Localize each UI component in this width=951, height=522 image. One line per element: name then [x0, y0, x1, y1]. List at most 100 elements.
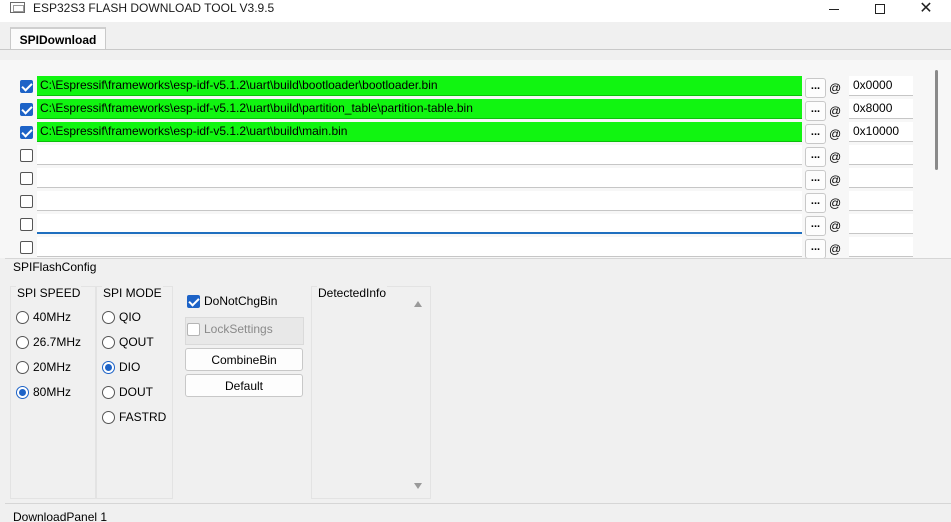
checkbox-indicator	[187, 294, 200, 308]
radio-label: QIO	[119, 310, 142, 324]
radio-mode-dout[interactable]: DOUT	[102, 384, 153, 400]
radio-mode-qio[interactable]: QIO	[102, 309, 141, 325]
close-icon: ✕	[919, 0, 933, 17]
radio-indicator	[102, 360, 115, 374]
tab-strip: SPIDownload	[0, 22, 951, 50]
detected-info-scrollbar[interactable]	[410, 297, 427, 497]
maximize-icon	[875, 4, 885, 14]
file-row: ... @	[0, 212, 930, 236]
lock-settings-label: LockSettings	[204, 322, 273, 336]
browse-button[interactable]: ...	[805, 193, 826, 213]
radio-indicator	[102, 385, 115, 399]
detected-info-group: DetectedInfo	[311, 286, 431, 499]
checkbox-indicator	[187, 322, 200, 336]
scroll-up-icon[interactable]	[414, 301, 422, 307]
file-row: ... @	[0, 166, 930, 190]
at-label: @	[829, 127, 842, 141]
minimize-button[interactable]	[811, 0, 857, 18]
spi-mode-group: SPI MODE QIO QOUT DIO DOUT FASTRD	[96, 286, 173, 499]
browse-button[interactable]: ...	[805, 170, 826, 190]
file-row: C:\Espressif\frameworks\esp-idf-v5.1.2\u…	[0, 120, 930, 144]
at-label: @	[829, 104, 842, 118]
browse-button[interactable]: ...	[805, 124, 826, 144]
lock-settings-checkbox[interactable]: LockSettings	[185, 319, 303, 339]
address-field[interactable]: 0x0000	[849, 76, 913, 96]
radio-indicator	[102, 410, 115, 424]
file-list-scrollbar[interactable]	[935, 70, 938, 170]
tab-divider	[0, 49, 951, 50]
at-label: @	[829, 81, 842, 95]
radio-mode-qout[interactable]: QOUT	[102, 334, 154, 350]
browse-button[interactable]: ...	[805, 216, 826, 236]
tab-spidownload[interactable]: SPIDownload	[10, 27, 106, 50]
file-row-checkbox[interactable]	[20, 80, 33, 93]
browse-button[interactable]: ...	[805, 239, 826, 259]
download-panel-title: DownloadPanel 1	[13, 510, 108, 522]
radio-label: 80MHz	[33, 385, 72, 399]
do-not-chg-bin-label: DoNotChgBin	[204, 294, 278, 308]
at-label: @	[829, 150, 842, 164]
app-window-icon	[10, 2, 25, 13]
radio-indicator	[16, 360, 29, 374]
download-panel: DownloadPanel 1	[5, 503, 951, 522]
radio-indicator	[102, 310, 115, 324]
address-field[interactable]	[849, 214, 913, 234]
file-path-field[interactable]	[37, 168, 802, 188]
file-row-checkbox[interactable]	[20, 218, 33, 231]
radio-label: 20MHz	[33, 360, 72, 374]
file-path-field[interactable]: C:\Espressif\frameworks\esp-idf-v5.1.2\u…	[37, 99, 802, 119]
address-field[interactable]	[849, 145, 913, 165]
file-list: C:\Espressif\frameworks\esp-idf-v5.1.2\u…	[0, 60, 951, 259]
address-field[interactable]: 0x8000	[849, 99, 913, 119]
file-row-checkbox[interactable]	[20, 103, 33, 116]
radio-label: 40MHz	[33, 310, 72, 324]
file-row-checkbox[interactable]	[20, 241, 33, 254]
address-field[interactable]	[849, 168, 913, 188]
browse-button[interactable]: ...	[805, 147, 826, 167]
file-path-field[interactable]	[37, 191, 802, 211]
maximize-button[interactable]	[857, 0, 903, 18]
file-path-field[interactable]: C:\Espressif\frameworks\esp-idf-v5.1.2\u…	[37, 122, 802, 142]
radio-indicator	[16, 385, 29, 399]
file-path-field[interactable]	[37, 237, 802, 257]
browse-button[interactable]: ...	[805, 78, 826, 98]
file-row: ... @	[0, 143, 930, 167]
do-not-chg-bin-checkbox[interactable]: DoNotChgBin	[185, 291, 303, 311]
spi-flash-config: SPIFlashConfig SPI SPEED 40MHz 26.7MHz 2…	[5, 258, 951, 501]
at-label: @	[829, 196, 842, 210]
file-path-field[interactable]	[37, 214, 802, 234]
radio-speed-80mhz[interactable]: 80MHz	[16, 384, 71, 400]
radio-indicator	[16, 310, 29, 324]
address-field[interactable]	[849, 237, 913, 257]
spi-mode-title: SPI MODE	[102, 286, 163, 300]
title-bar: ESP32S3 FLASH DOWNLOAD TOOL V3.9.5 ✕	[0, 0, 951, 22]
file-row: C:\Espressif\frameworks\esp-idf-v5.1.2\u…	[0, 97, 930, 121]
radio-speed-26-7mhz[interactable]: 26.7MHz	[16, 334, 81, 350]
file-row-checkbox[interactable]	[20, 172, 33, 185]
window-title: ESP32S3 FLASH DOWNLOAD TOOL V3.9.5	[33, 1, 275, 15]
close-button[interactable]: ✕	[903, 0, 949, 18]
file-path-field[interactable]	[37, 145, 802, 165]
file-row-checkbox[interactable]	[20, 195, 33, 208]
combine-bin-button[interactable]: CombineBin	[185, 348, 303, 371]
radio-label: DOUT	[119, 385, 153, 399]
radio-mode-dio[interactable]: DIO	[102, 359, 140, 375]
address-field[interactable]: 0x10000	[849, 122, 913, 142]
minimize-icon	[829, 8, 839, 10]
at-label: @	[829, 219, 842, 233]
spi-speed-title: SPI SPEED	[16, 286, 82, 300]
radio-mode-fastrd[interactable]: FASTRD	[102, 409, 166, 425]
at-label: @	[829, 173, 842, 187]
radio-speed-40mhz[interactable]: 40MHz	[16, 309, 71, 325]
radio-speed-20mhz[interactable]: 20MHz	[16, 359, 71, 375]
file-row-checkbox[interactable]	[20, 149, 33, 162]
file-path-field[interactable]: C:\Espressif\frameworks\esp-idf-v5.1.2\u…	[37, 76, 802, 96]
file-row-checkbox[interactable]	[20, 126, 33, 139]
radio-label: FASTRD	[119, 410, 167, 424]
address-field[interactable]	[849, 191, 913, 211]
default-button[interactable]: Default	[185, 374, 303, 397]
radio-indicator	[16, 335, 29, 349]
browse-button[interactable]: ...	[805, 101, 826, 121]
scroll-down-icon[interactable]	[414, 483, 422, 489]
radio-label: 26.7MHz	[33, 335, 82, 349]
